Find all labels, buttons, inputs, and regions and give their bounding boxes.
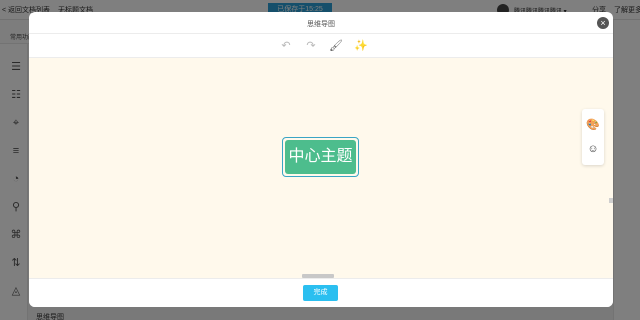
dialog-title: 思维导图 [307,21,335,28]
mindmap-dialog: 思维导图 × ↶ ↷ 🖌 ✨ 中心主题 🎨 ☺ 完成 [29,12,613,307]
done-button[interactable]: 完成 [303,285,338,301]
dialog-footer: 完成 [29,278,613,307]
mindmap-canvas[interactable]: 中心主题 🎨 ☺ [29,58,613,278]
close-icon[interactable]: × [597,17,609,29]
magic-wand-icon[interactable]: ✨ [354,39,368,53]
emoji-icon[interactable]: ☺ [586,142,600,156]
vertical-scroll-handle[interactable] [609,198,613,203]
central-topic-node[interactable]: 中心主题 [282,137,359,177]
palette-icon[interactable]: 🎨 [586,118,600,132]
central-topic-label: 中心主题 [285,140,356,174]
mindmap-toolbar: ↶ ↷ 🖌 ✨ [29,34,613,58]
style-side-panel: 🎨 ☺ [582,109,604,165]
redo-icon[interactable]: ↷ [304,39,318,53]
undo-icon[interactable]: ↶ [279,39,293,53]
dialog-header: 思维导图 × [29,12,613,34]
format-painter-icon[interactable]: 🖌 [329,39,343,53]
